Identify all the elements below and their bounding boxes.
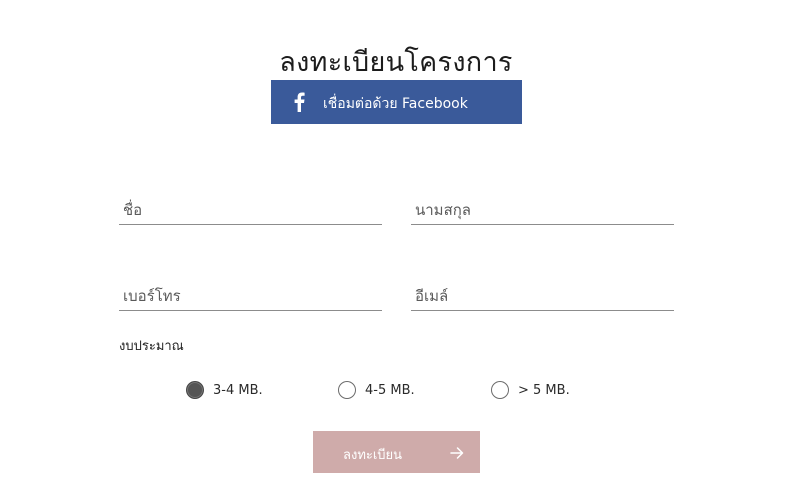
budget-label: งบประมาณ bbox=[119, 339, 184, 354]
email-field-wrapper bbox=[411, 282, 674, 311]
email-input[interactable] bbox=[411, 282, 674, 310]
facebook-connect-button[interactable]: เชื่อมต่อด้วย Facebook bbox=[271, 80, 522, 124]
budget-option-label: 4-5 MB. bbox=[365, 382, 415, 398]
budget-option-4-5[interactable]: 4-5 MB. bbox=[338, 381, 415, 399]
arrow-right-icon bbox=[450, 445, 464, 459]
firstname-input[interactable] bbox=[119, 196, 382, 224]
budget-option-3-4[interactable]: 3-4 MB. bbox=[186, 381, 263, 399]
lastname-field-wrapper bbox=[411, 196, 674, 225]
phone-field-wrapper bbox=[119, 282, 382, 311]
radio-unchecked-icon[interactable] bbox=[491, 381, 509, 399]
register-button[interactable]: ลงทะเบียน bbox=[313, 431, 480, 473]
firstname-field-wrapper bbox=[119, 196, 382, 225]
radio-unchecked-icon[interactable] bbox=[338, 381, 356, 399]
phone-input[interactable] bbox=[119, 282, 382, 310]
radio-checked-icon[interactable] bbox=[186, 381, 204, 399]
facebook-connect-label: เชื่อมต่อด้วย Facebook bbox=[323, 96, 468, 112]
facebook-icon bbox=[292, 92, 306, 112]
budget-option-label: > 5 MB. bbox=[518, 382, 570, 398]
budget-option-label: 3-4 MB. bbox=[213, 382, 263, 398]
lastname-input[interactable] bbox=[411, 196, 674, 224]
page-title: ลงทะเบียนโครงการ bbox=[279, 47, 513, 79]
register-button-label: ลงทะเบียน bbox=[343, 448, 403, 463]
budget-option-over-5[interactable]: > 5 MB. bbox=[491, 381, 570, 399]
